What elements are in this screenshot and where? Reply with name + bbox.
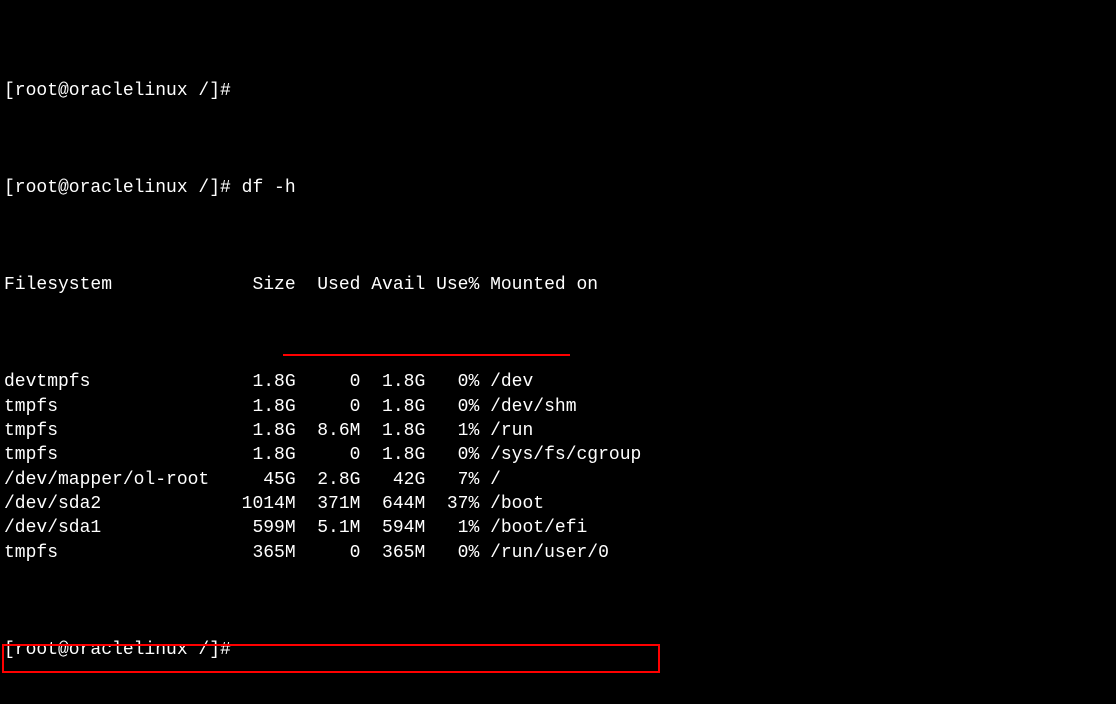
table-row: tmpfs 1.8G 8.6M 1.8G 1% /run [4, 419, 1112, 443]
prompt: [root@oraclelinux /]# [4, 178, 231, 198]
table-row: /dev/sda2 1014M 371M 644M 37% /boot [4, 492, 1112, 516]
df-output-1: devtmpfs 1.8G 0 1.8G 0% /devtmpfs 1.8G 0… [4, 370, 1112, 564]
df-header-1: Filesystem Size Used Avail Use% Mounted … [4, 273, 1112, 297]
cmd-line-df-1: [root@oraclelinux /]# df -h [4, 176, 1112, 200]
table-row: tmpfs 365M 0 365M 0% /run/user/0 [4, 541, 1112, 565]
table-row: /dev/mapper/ol-root 45G 2.8G 42G 7% / [4, 468, 1112, 492]
table-row: tmpfs 1.8G 0 1.8G 0% /sys/fs/cgroup [4, 443, 1112, 467]
prompt-line: [root@oraclelinux /]# [4, 79, 1112, 103]
table-row: /dev/sda1 599M 5.1M 594M 1% /boot/efi [4, 516, 1112, 540]
table-row: devtmpfs 1.8G 0 1.8G 0% /dev [4, 370, 1112, 394]
terminal-area[interactable]: [root@oraclelinux /]# [root@oraclelinux … [0, 0, 1116, 704]
command-text: df -h [242, 178, 296, 198]
table-row: tmpfs 1.8G 0 1.8G 0% /dev/shm [4, 395, 1112, 419]
prompt: [root@oraclelinux /]# [4, 81, 231, 101]
prompt: [root@oraclelinux /]# [4, 640, 231, 660]
prompt-line: [root@oraclelinux /]# [4, 638, 1112, 662]
highlight-underline [283, 354, 570, 356]
